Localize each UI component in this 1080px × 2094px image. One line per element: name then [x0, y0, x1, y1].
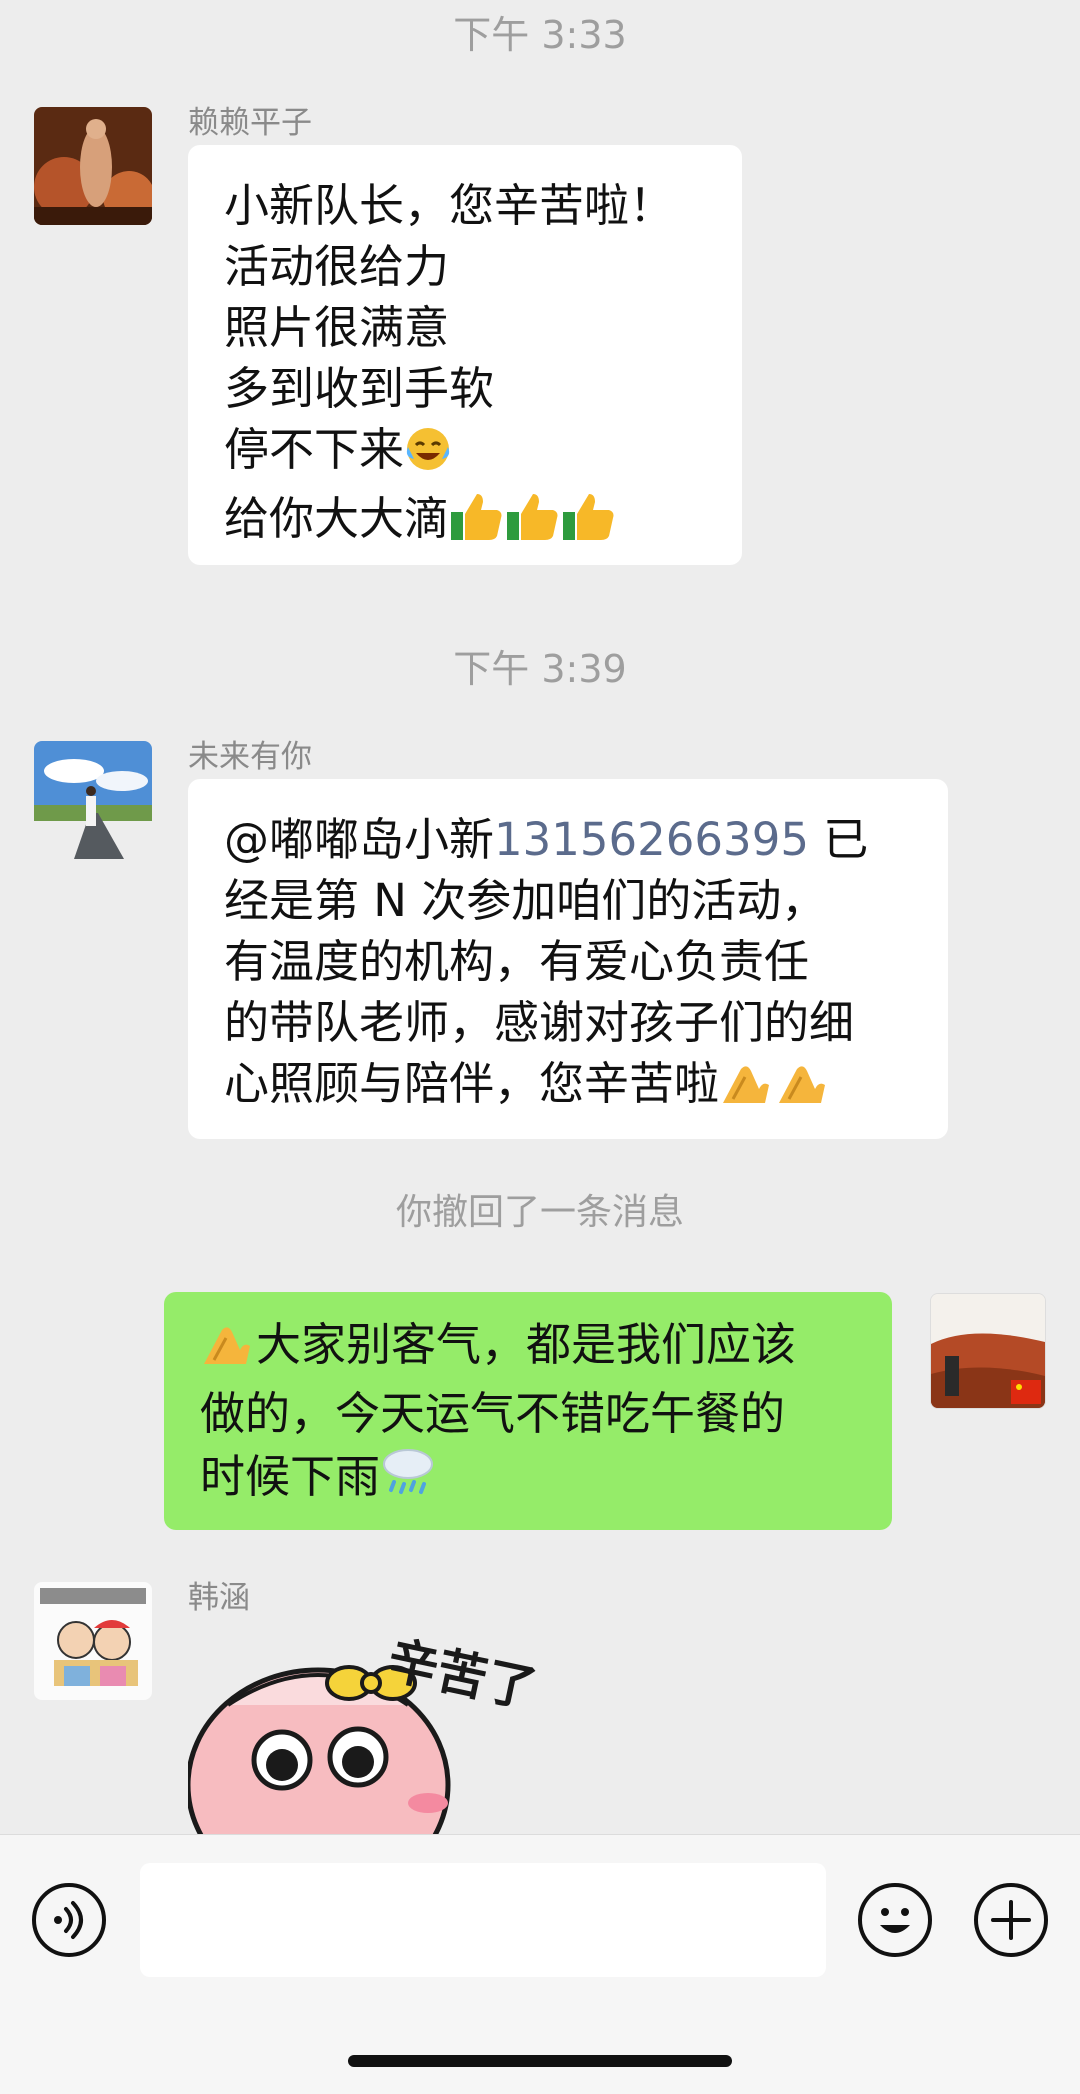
self-avatar[interactable] — [930, 1293, 1046, 1409]
chat-input-bar — [0, 1834, 1080, 2094]
add-button[interactable] — [974, 1883, 1048, 1957]
sender-name-3: 韩涵 — [188, 1580, 250, 1616]
message-line: 照片很满意 — [224, 301, 450, 354]
recalled-message-notice: 你撤回了一条消息 — [395, 1192, 684, 1233]
laughing-tears-emoji-icon — [404, 425, 452, 488]
emoji-button[interactable] — [858, 1883, 932, 1957]
timestamp: 下午 3:39 — [453, 647, 627, 691]
message-line: 的带队老师，感谢对孩子们的细 — [224, 996, 855, 1049]
ok-hand-emoji-icon — [719, 1059, 775, 1122]
message-bubble-1[interactable]: 小新队长，您辛苦啦！ 活动很给力 照片很满意 多到收到手软 停不下来 给你大大滴 — [188, 145, 742, 565]
message-line: 活动很给力 — [224, 240, 450, 293]
home-indicator — [348, 2055, 732, 2067]
voice-button[interactable] — [32, 1883, 106, 1957]
timestamp-top: 下午 3:33 — [453, 13, 627, 57]
mention-name[interactable]: @嘟嘟岛小新 — [224, 813, 494, 866]
message-line: 大家别客气，都是我们应该 — [256, 1318, 797, 1371]
plus-icon — [991, 1900, 1031, 1940]
smiley-icon — [880, 1908, 910, 1933]
message-line: 给你大大滴 — [224, 492, 450, 545]
message-text: 已 — [808, 813, 869, 866]
message-line: 多到收到手软 — [224, 362, 495, 415]
avatar-hanhan[interactable] — [34, 1582, 152, 1700]
message-line: 时候下雨 — [200, 1450, 381, 1503]
thumbs-up-emoji-icon — [449, 490, 505, 557]
avatar-weilaiyouni[interactable] — [34, 741, 152, 859]
message-bubble-2[interactable]: @嘟嘟岛小新13156266395 已 经是第 N 次参加咱们的活动， 有温度的… — [188, 779, 948, 1139]
thumbs-up-emoji-icon — [561, 490, 617, 557]
voice-icon — [54, 1901, 83, 1939]
message-line: 做的，今天运气不错吃午餐的 — [200, 1387, 786, 1440]
ok-hand-emoji-icon — [775, 1059, 831, 1122]
message-line: 心照顾与陪伴，您辛苦啦 — [224, 1057, 720, 1110]
message-line: 经是第 N 次参加咱们的活动， — [224, 874, 827, 927]
thumbs-up-emoji-icon — [505, 490, 561, 557]
message-line: 小新队长，您辛苦啦！ — [224, 179, 675, 232]
sticker-message[interactable]: 辛苦了 — [188, 1625, 548, 1834]
phone-number-link[interactable]: 13156266395 — [494, 813, 809, 866]
message-line: 有温度的机构，有爱心负责任 — [224, 935, 810, 988]
sender-name-1: 赖赖平子 — [188, 105, 312, 141]
message-input[interactable] — [140, 1863, 826, 1977]
sender-name-2: 未来有你 — [188, 739, 312, 775]
avatar-laipingzi[interactable] — [34, 107, 152, 225]
ok-hand-emoji-icon — [200, 1320, 256, 1383]
self-message-bubble[interactable]: 大家别客气，都是我们应该 做的，今天运气不错吃午餐的 时候下雨 — [164, 1292, 892, 1530]
message-line: 停不下来 — [224, 423, 405, 476]
rain-cloud-emoji-icon — [380, 1444, 436, 1515]
